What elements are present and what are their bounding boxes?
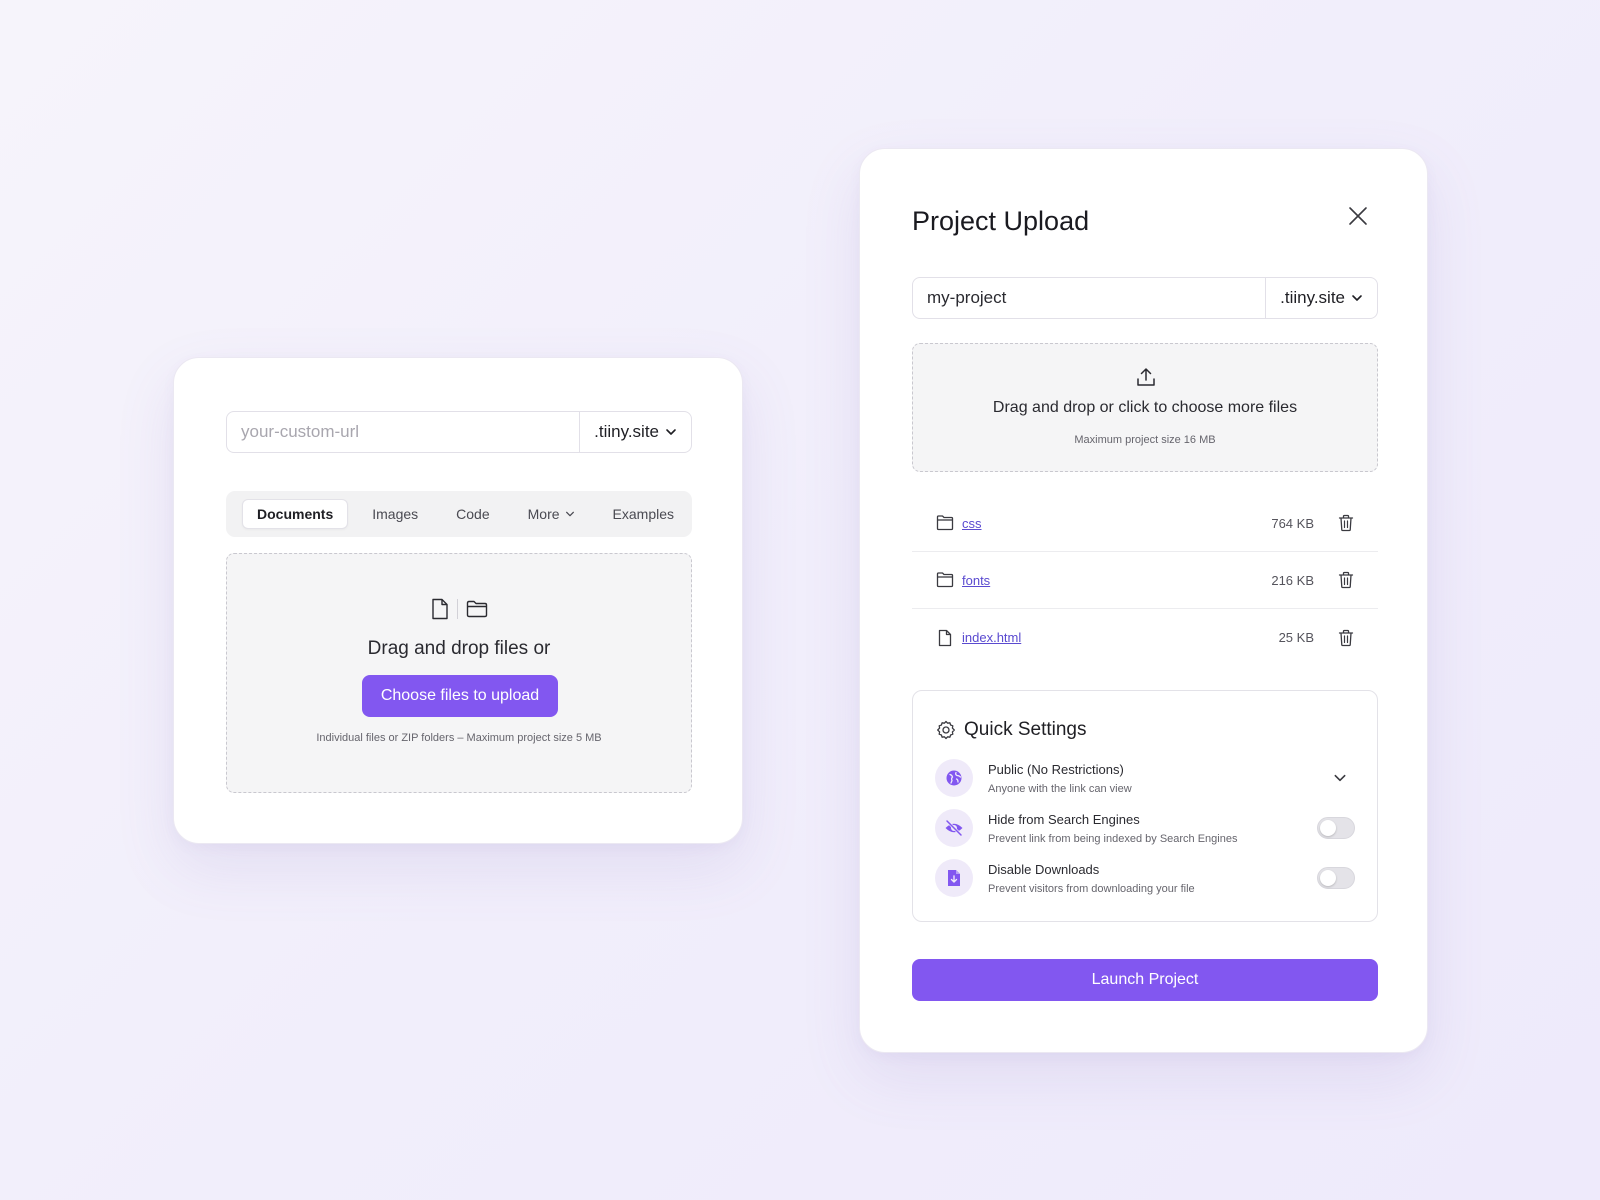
file-name-link[interactable]: css	[962, 516, 1244, 531]
drop-title: Drag and drop or click to choose more fi…	[992, 399, 1298, 416]
chevron-down-icon	[565, 511, 574, 517]
custom-url-input[interactable]	[227, 412, 580, 452]
quick-settings-title: Quick Settings	[964, 719, 1087, 740]
chevron-down-icon	[1352, 295, 1362, 301]
tab-images[interactable]: Images	[358, 500, 432, 528]
setting-visibility: Public (No Restrictions) Anyone with the…	[935, 759, 1355, 799]
modal-title: Project Upload	[912, 206, 1090, 236]
tab-examples[interactable]: Examples	[599, 500, 688, 528]
file-size: 764 KB	[1271, 515, 1314, 531]
hide-search-toggle[interactable]	[1317, 817, 1355, 839]
file-list: css 764 KB fonts 216 KB index.html 25 KB	[912, 495, 1378, 666]
drop-note: Individual files or ZIP folders – Maximu…	[316, 732, 602, 744]
setting-hide-search: Hide from Search Engines Prevent link fr…	[935, 809, 1355, 849]
folder-icon	[936, 515, 954, 531]
launch-project-button[interactable]: Launch Project	[912, 959, 1378, 1001]
file-row-fonts: fonts 216 KB	[912, 552, 1378, 609]
tab-label: More	[527, 506, 560, 522]
disable-downloads-toggle[interactable]	[1317, 867, 1355, 889]
more-files-drop-zone[interactable]: Drag and drop or click to choose more fi…	[912, 343, 1378, 472]
chevron-down-icon[interactable]	[1333, 771, 1347, 785]
file-row-index-html: index.html 25 KB	[912, 609, 1378, 666]
upload-icon	[1137, 368, 1155, 386]
project-url-input[interactable]	[913, 278, 1266, 318]
setting-label: Public (No Restrictions)	[988, 762, 1124, 777]
setting-description: Anyone with the link can view	[988, 783, 1132, 795]
close-icon[interactable]	[1346, 204, 1370, 228]
file-size: 25 KB	[1278, 630, 1314, 645]
setting-label: Hide from Search Engines	[988, 812, 1140, 827]
project-upload-modal: Project Upload .tiiny.site Drag and drop…	[859, 148, 1428, 1053]
setting-disable-downloads: Disable Downloads Prevent visitors from …	[935, 859, 1355, 899]
file-name-link[interactable]: fonts	[962, 573, 1244, 588]
drop-icons	[227, 598, 691, 620]
file-size: 216 KB	[1271, 572, 1314, 588]
trash-icon[interactable]	[1338, 514, 1354, 532]
tab-label: Examples	[612, 506, 674, 522]
drop-title: Drag and drop files or	[367, 638, 551, 659]
setting-description: Prevent link from being indexed by Searc…	[988, 833, 1238, 845]
tab-label: Images	[372, 506, 419, 522]
tab-documents[interactable]: Documents	[242, 499, 349, 529]
file-name-link[interactable]: index.html	[962, 630, 1244, 645]
custom-url-group: .tiiny.site	[226, 411, 692, 453]
file-icon	[431, 598, 448, 620]
upload-type-tabs: Documents Images Code More Examples	[226, 491, 692, 537]
trash-icon[interactable]	[1338, 571, 1354, 589]
folder-icon	[936, 572, 954, 588]
setting-description: Prevent visitors from downloading your f…	[988, 883, 1195, 895]
file-icon	[938, 629, 952, 646]
globe-icon	[935, 759, 973, 797]
setting-label: Disable Downloads	[988, 862, 1100, 877]
upload-card: .tiiny.site Documents Images Code More E…	[173, 357, 743, 844]
tab-label: Code	[456, 506, 490, 522]
tab-label: Documents	[257, 506, 334, 522]
domain-select-label: .tiiny.site	[1280, 288, 1345, 307]
file-row-css: css 764 KB	[912, 495, 1378, 552]
quick-settings-header: Quick Settings	[936, 719, 1087, 741]
folder-icon	[466, 600, 487, 618]
domain-select[interactable]: .tiiny.site	[579, 412, 691, 452]
file-download-icon	[935, 859, 973, 897]
choose-files-button[interactable]: Choose files to upload	[362, 675, 558, 717]
gear-icon	[937, 720, 955, 740]
trash-icon[interactable]	[1338, 629, 1354, 647]
file-drop-zone[interactable]: Drag and drop files or Choose files to u…	[226, 553, 692, 793]
drop-note: Maximum project size 16 MB	[1074, 434, 1216, 446]
quick-settings-panel: Quick Settings Public (No Restrictions) …	[912, 690, 1378, 922]
tab-code[interactable]: Code	[442, 500, 503, 528]
project-url-group: .tiiny.site	[912, 277, 1378, 319]
eye-off-icon	[935, 809, 973, 847]
tab-more[interactable]: More	[514, 500, 589, 528]
domain-select[interactable]: .tiiny.site	[1265, 278, 1377, 318]
divider	[456, 599, 458, 619]
domain-select-label: .tiiny.site	[594, 422, 659, 441]
chevron-down-icon	[666, 429, 676, 435]
